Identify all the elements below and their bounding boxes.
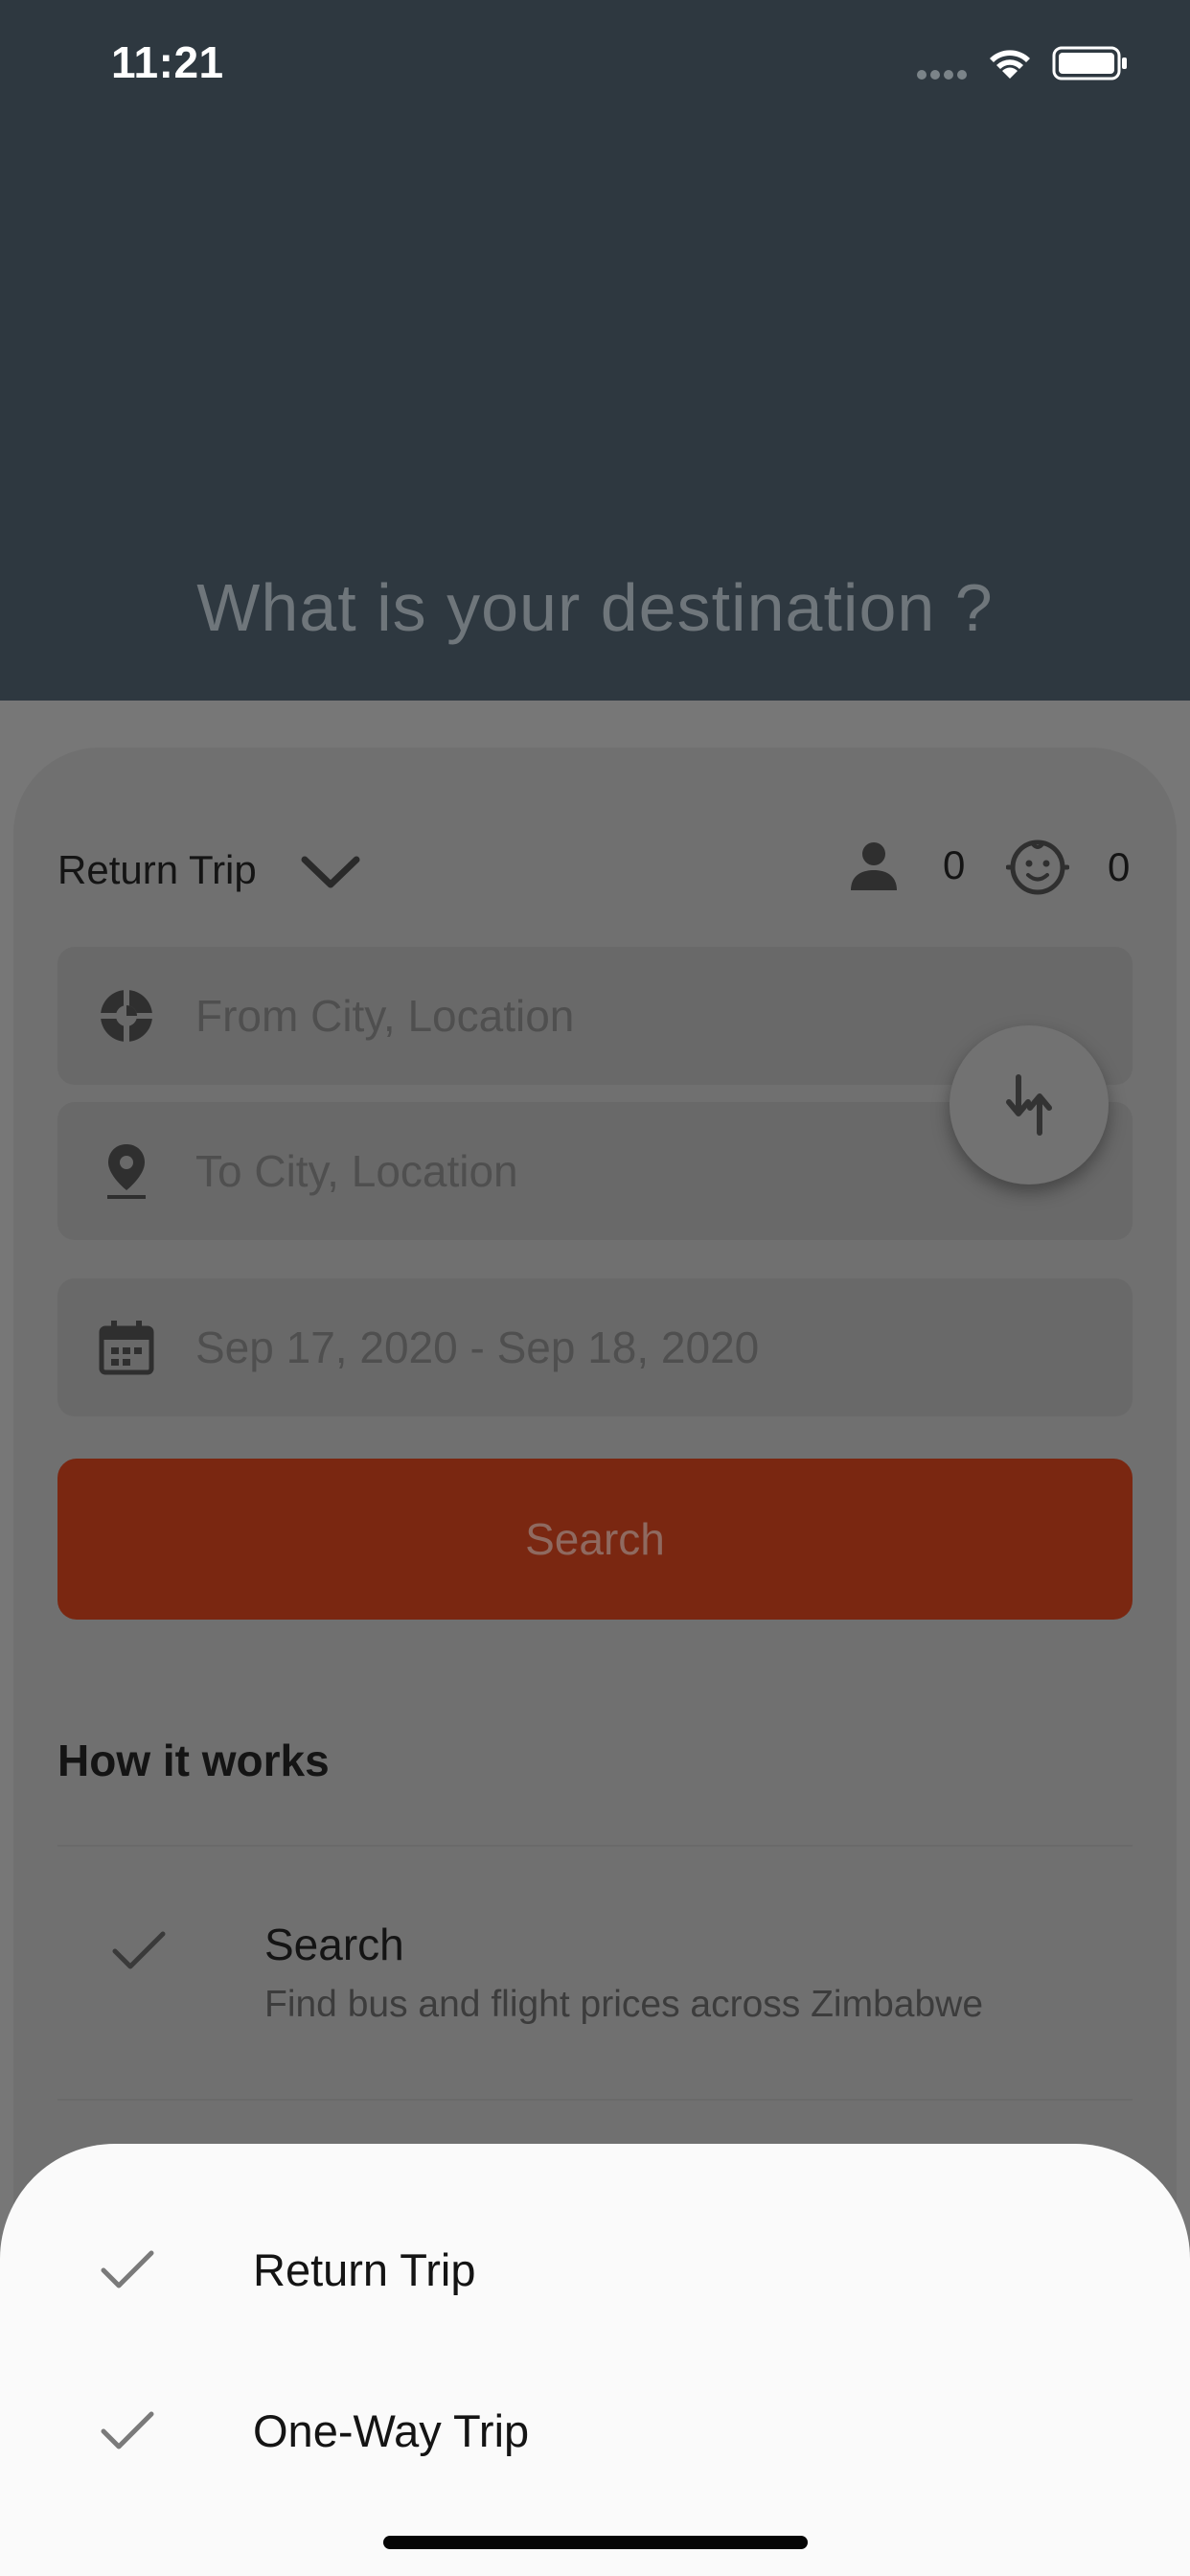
baby-face-icon xyxy=(1006,840,1069,895)
divider xyxy=(57,1845,1133,1847)
status-time: 11:21 xyxy=(111,37,224,87)
date-range-field[interactable]: Sep 17, 2020 - Sep 18, 2020 xyxy=(57,1278,1133,1416)
child-counter[interactable]: 0 xyxy=(1006,839,1130,896)
sheet-option-label: Return Trip xyxy=(253,2244,476,2295)
from-city-placeholder: From City, Location xyxy=(195,991,575,1041)
adult-count: 0 xyxy=(943,842,966,887)
date-range-value: Sep 17, 2020 - Sep 18, 2020 xyxy=(195,1322,760,1372)
calendar-icon xyxy=(99,1321,154,1375)
swap-icon xyxy=(1006,1074,1052,1136)
adult-counter[interactable]: 0 xyxy=(847,839,965,892)
location-target-icon xyxy=(98,987,155,1045)
person-icon xyxy=(851,842,897,890)
check-icon xyxy=(101,2250,154,2288)
home-indicator xyxy=(383,2536,808,2549)
how-it-works-title: How it works xyxy=(57,1736,330,1785)
check-icon xyxy=(101,2411,154,2450)
trip-type-label: Return Trip xyxy=(57,847,257,892)
wifi-icon xyxy=(990,50,1030,79)
step-description: Find bus and flight prices across Zimbab… xyxy=(264,1984,984,2025)
page-headline: What is your destination ? xyxy=(196,570,994,645)
search-button[interactable]: Search xyxy=(57,1459,1133,1620)
battery-icon xyxy=(1052,46,1127,80)
signal-icon xyxy=(917,70,967,80)
header: 11:21 What is your destination ? xyxy=(0,0,1190,701)
location-pin-icon xyxy=(107,1144,146,1199)
sheet-option-return-trip[interactable]: Return Trip xyxy=(0,2213,1190,2328)
swap-cities-button[interactable] xyxy=(950,1025,1109,1184)
trip-type-dropdown[interactable]: Return Trip xyxy=(57,841,360,899)
trip-type-sheet: Return Trip One-Way Trip xyxy=(0,2144,1190,2576)
step-title: Search xyxy=(264,1920,404,1969)
child-count: 0 xyxy=(1108,844,1131,889)
to-city-placeholder: To City, Location xyxy=(195,1146,518,1196)
check-icon xyxy=(112,1931,166,1969)
chevron-down-icon xyxy=(301,856,360,888)
sheet-option-one-way-trip[interactable]: One-Way Trip xyxy=(0,2374,1190,2489)
sheet-option-label: One-Way Trip xyxy=(253,2405,530,2456)
divider xyxy=(57,2099,1133,2101)
